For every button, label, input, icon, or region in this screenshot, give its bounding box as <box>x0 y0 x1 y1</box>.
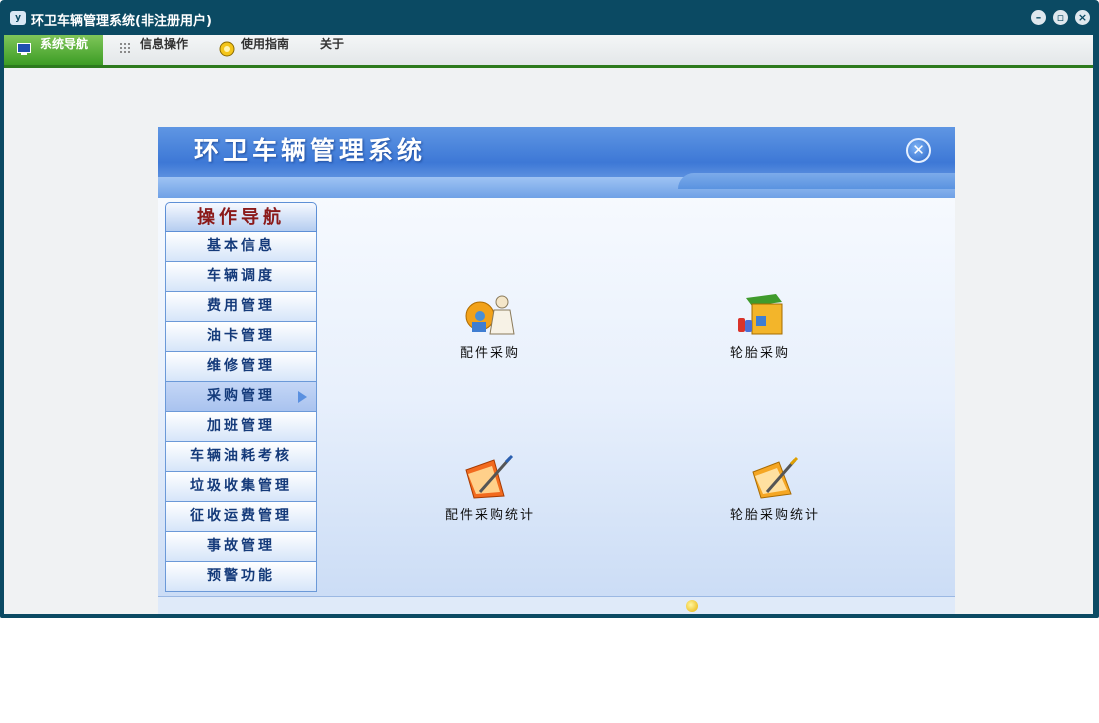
menu-info-ops[interactable]: 信息操作 <box>120 35 188 65</box>
nav-item-label: 垃圾收集管理 <box>190 478 292 494</box>
parts-stats-icon <box>465 454 514 499</box>
nav-item-label: 费用管理 <box>207 298 275 314</box>
nav-item-label: 车辆油耗考核 <box>190 448 292 464</box>
banner: 环卫车辆管理系统 ✕ <box>158 127 955 198</box>
nav-item-label: 油卡管理 <box>207 328 275 344</box>
app-logo-icon: y <box>10 11 26 25</box>
banner-title: 环卫车辆管理系统 <box>194 136 427 165</box>
nav-item-basic-info[interactable]: 基本信息 <box>165 232 317 262</box>
arrow-right-icon <box>298 391 307 403</box>
status-bulb-icon <box>686 600 698 612</box>
tire-purchase-icon <box>738 294 783 335</box>
menu-user-guide[interactable]: 使用指南 <box>219 35 289 65</box>
title-bar[interactable]: y 环卫车辆管理系统(非注册用户) – ▫ × <box>0 0 1099 35</box>
nav-item-label: 维修管理 <box>207 358 275 374</box>
nav-item-label: 加班管理 <box>207 418 275 434</box>
nav-item-label: 预警功能 <box>207 568 275 584</box>
nav-item-warning[interactable]: 预警功能 <box>165 562 317 592</box>
minimize-button[interactable]: – <box>1031 10 1046 25</box>
banner-wave <box>678 173 955 189</box>
tile-label: 轮胎采购统计 <box>729 508 820 523</box>
tile-parts-purchase[interactable]: 配件采购 <box>440 290 540 361</box>
close-button[interactable]: × <box>1075 10 1090 25</box>
menu-system-nav[interactable]: 系统导航 <box>4 35 103 65</box>
nav-item-overtime-mgmt[interactable]: 加班管理 <box>165 412 317 442</box>
tile-label: 轮胎采购 <box>729 346 790 361</box>
nav-item-label: 车辆调度 <box>207 268 275 284</box>
menu-about[interactable]: 关于 <box>320 35 344 65</box>
nav-item-purchase-mgmt[interactable]: 采购管理 <box>165 382 317 412</box>
menu-label: 系统导航 <box>40 37 89 51</box>
nav-item-accident-mgmt[interactable]: 事故管理 <box>165 532 317 562</box>
monitor-icon <box>17 43 31 55</box>
menu-label: 使用指南 <box>241 37 290 51</box>
tile-label: 配件采购 <box>459 346 520 361</box>
restore-button[interactable]: ▫ <box>1053 10 1068 25</box>
nav-header: 操作导航 <box>165 202 317 232</box>
parts-purchase-icon <box>465 295 515 335</box>
nav-item-label: 采购管理 <box>207 388 275 404</box>
nav-item-garbage-collection[interactable]: 垃圾收集管理 <box>165 472 317 502</box>
operation-nav: 操作导航 基本信息 车辆调度 费用管理 油卡管理 维修管理 采购管理 加班管理 … <box>165 202 317 592</box>
status-bar <box>158 596 955 614</box>
window-title: 环卫车辆管理系统(非注册用户) <box>31 14 212 29</box>
tile-parts-purchase-stats[interactable]: 配件采购统计 <box>440 452 540 523</box>
tire-stats-icon <box>752 456 799 499</box>
close-circle-icon[interactable]: ✕ <box>906 138 931 163</box>
nav-item-freight-collection[interactable]: 征收运费管理 <box>165 502 317 532</box>
nav-item-fuel-assessment[interactable]: 车辆油耗考核 <box>165 442 317 472</box>
menu-bar: 系统导航 信息操作 使用指南 关于 <box>4 35 1093 68</box>
tile-tire-purchase[interactable]: 轮胎采购 <box>710 290 810 361</box>
nav-item-vehicle-dispatch[interactable]: 车辆调度 <box>165 262 317 292</box>
grid-icon <box>120 43 130 53</box>
tile-label: 配件采购统计 <box>444 508 535 523</box>
nav-item-label: 事故管理 <box>207 538 275 554</box>
menu-label: 信息操作 <box>140 37 189 51</box>
nav-item-label: 基本信息 <box>207 238 275 254</box>
nav-item-label: 征收运费管理 <box>190 508 292 524</box>
tile-tire-purchase-stats[interactable]: 轮胎采购统计 <box>710 452 840 523</box>
menu-label: 关于 <box>320 37 345 51</box>
main-panel: 环卫车辆管理系统 ✕ 操作导航 基本信息 车辆调度 费用管理 油卡管理 维修管理… <box>158 127 955 614</box>
help-circle-icon <box>219 41 235 57</box>
nav-item-repair-mgmt[interactable]: 维修管理 <box>165 352 317 382</box>
nav-item-fuel-card-mgmt[interactable]: 油卡管理 <box>165 322 317 352</box>
nav-item-expense-mgmt[interactable]: 费用管理 <box>165 292 317 322</box>
